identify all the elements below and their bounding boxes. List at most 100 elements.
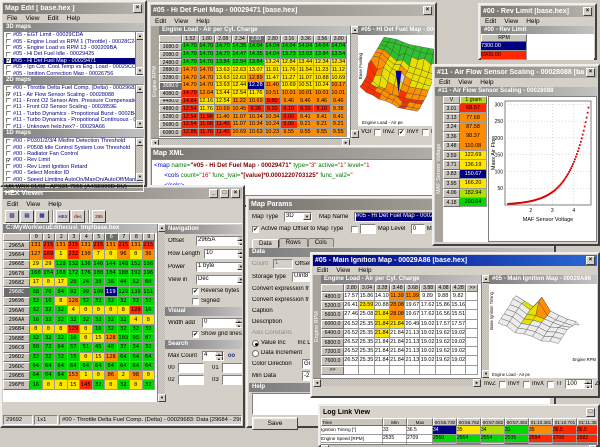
grid-cell[interactable] bbox=[344, 366, 359, 375]
grid-cell[interactable]: 12.63 bbox=[232, 66, 249, 74]
spin-down-icon[interactable]: ▼ bbox=[215, 356, 223, 361]
grid-cell[interactable]: 20.88 bbox=[375, 301, 390, 310]
grid-cell[interactable]: 110.08 bbox=[460, 142, 487, 151]
log-value-cell[interactable]: 1.41 bbox=[553, 443, 577, 444]
grid-cell[interactable]: 9.55 bbox=[314, 129, 331, 137]
grid-cell[interactable]: 19.02 bbox=[420, 329, 435, 338]
spinner-arrows[interactable]: ▲▼ bbox=[584, 379, 592, 389]
search-byte-03-input[interactable] bbox=[222, 375, 242, 385]
grid-cell[interactable]: 52 bbox=[130, 278, 143, 287]
grid-cell[interactable]: 51 bbox=[80, 343, 93, 352]
col-header[interactable]: 9 bbox=[143, 233, 156, 241]
grid-cell[interactable]: 153 bbox=[68, 371, 81, 380]
grid-cell[interactable]: 87.58 bbox=[460, 123, 487, 132]
grid-cell[interactable]: 166.20 bbox=[460, 179, 487, 188]
grid-cell[interactable]: 4 bbox=[130, 315, 143, 324]
grid-cell[interactable]: 7300.00 bbox=[481, 42, 527, 51]
grid-cell[interactable]: 1 bbox=[55, 250, 68, 259]
grid-cell[interactable]: 12.44 bbox=[232, 82, 249, 90]
grid-cell[interactable]: 9.80 bbox=[265, 98, 282, 106]
grid-cell[interactable]: 40 bbox=[105, 343, 118, 352]
grid-cell[interactable]: 19.62 bbox=[436, 356, 451, 365]
grid-cell[interactable]: 16 bbox=[93, 325, 106, 334]
grid-cell[interactable]: 26.52 bbox=[344, 329, 359, 338]
row-header[interactable]: 4.06 bbox=[443, 189, 460, 198]
grid-cell[interactable]: 19.67 bbox=[405, 310, 420, 319]
row-header[interactable]: 3.48 bbox=[443, 142, 460, 151]
grid-cell[interactable]: 15.86 bbox=[436, 301, 451, 310]
col-header[interactable]: 0 bbox=[30, 233, 43, 241]
grid-cell[interactable]: 14.04 bbox=[298, 43, 315, 51]
grid-cell[interactable]: 24 bbox=[80, 278, 93, 287]
mainign-titlebar[interactable]: #05 - Main Ignition Map - 00029A86 [base… bbox=[313, 255, 597, 266]
grid-cell[interactable]: 10.69 bbox=[248, 98, 265, 106]
maf-unit-header[interactable]: 1 gram bbox=[460, 96, 487, 104]
grid-cell[interactable]: 15.16 bbox=[451, 301, 466, 310]
grid-cell[interactable]: 32 bbox=[130, 297, 143, 306]
grid-cell[interactable]: 32 bbox=[55, 315, 68, 324]
grid-cell[interactable]: 11.76 bbox=[248, 90, 265, 98]
spinner-arrows[interactable]: ▲▼ bbox=[235, 318, 242, 328]
spinner-arrows[interactable]: ▲▼ bbox=[237, 236, 242, 246]
grid-cell[interactable]: 12.54 bbox=[182, 105, 199, 113]
grid-cell[interactable]: 64 bbox=[105, 362, 118, 371]
col-header[interactable]: 2.08 bbox=[215, 35, 232, 43]
map-checkbox[interactable] bbox=[6, 65, 11, 70]
grid-cell[interactable]: 160 bbox=[30, 269, 43, 278]
scroll-down-icon[interactable]: ▼ bbox=[136, 67, 144, 75]
grid-cell[interactable]: 9.41 bbox=[314, 113, 331, 121]
grid-cell[interactable]: 4 bbox=[68, 306, 81, 315]
grid-cell[interactable]: 215 bbox=[143, 241, 156, 250]
grid-cell[interactable] bbox=[466, 366, 478, 375]
row-header[interactable]: 296B4 bbox=[3, 325, 30, 334]
scroll-down-icon[interactable]: ▼ bbox=[136, 173, 144, 181]
grid-cell[interactable]: 36 bbox=[105, 278, 118, 287]
grid-cell[interactable]: 12.63 bbox=[232, 74, 249, 82]
grid-cell[interactable]: 19.62 bbox=[436, 338, 451, 347]
list-scrollbar[interactable]: ▲▼ bbox=[135, 32, 143, 75]
grid-cell[interactable]: 14.70 bbox=[199, 82, 216, 90]
grid-cell[interactable]: 26.41 bbox=[344, 301, 359, 310]
checkbox[interactable] bbox=[422, 129, 429, 136]
grid-cell[interactable]: 9.20 bbox=[265, 105, 282, 113]
grid-cell[interactable]: 21.84 bbox=[375, 356, 390, 365]
checkbox[interactable]: ✔ bbox=[252, 226, 259, 233]
grid-cell[interactable]: 86 bbox=[105, 371, 118, 380]
grid-cell[interactable]: 11.99 bbox=[405, 292, 420, 301]
grid-cell[interactable] bbox=[466, 356, 478, 365]
spinner-arrows[interactable]: ▲▼ bbox=[215, 351, 223, 361]
col-header[interactable]: Min bbox=[383, 418, 407, 426]
hidet-grid-vscrollbar[interactable]: ▲▼ bbox=[350, 26, 358, 138]
grid-cell[interactable]: 32 bbox=[93, 380, 106, 389]
grid-cell[interactable]: 9.88 bbox=[436, 292, 451, 301]
map-checkbox[interactable]: ✔ bbox=[6, 58, 11, 63]
grid-cell[interactable]: 15 bbox=[68, 380, 81, 389]
row-header[interactable]: 296DC bbox=[3, 362, 30, 371]
grid-cell[interactable]: 13.63 bbox=[215, 74, 232, 82]
grid-cell[interactable]: 21.84 bbox=[390, 320, 405, 329]
log-value-cell[interactable]: 2709 bbox=[553, 435, 577, 444]
log-value-cell[interactable]: 2564 bbox=[457, 435, 481, 444]
checkbox[interactable] bbox=[351, 226, 358, 233]
grid-cell[interactable]: 11.76 bbox=[199, 129, 216, 137]
grid-cell[interactable]: 64 bbox=[118, 353, 131, 362]
grid-cell[interactable]: 11.47 bbox=[265, 74, 282, 82]
grid-cell[interactable]: 13.84 bbox=[314, 51, 331, 59]
grid-cell[interactable]: 32 bbox=[55, 334, 68, 343]
log-value-cell[interactable]: 34 bbox=[433, 426, 457, 435]
offset-to-map-type-input[interactable] bbox=[360, 224, 376, 234]
row-header[interactable]: 2968C bbox=[3, 287, 30, 296]
grid-cell[interactable]: 32 bbox=[118, 325, 131, 334]
grid-cell[interactable]: 10.45 bbox=[232, 105, 249, 113]
log-value-cell[interactable]: 33 bbox=[505, 426, 529, 435]
grid-cell[interactable]: 14.70 bbox=[182, 90, 199, 98]
map-checkbox[interactable] bbox=[6, 98, 11, 103]
grid-cell[interactable]: 87 bbox=[143, 334, 156, 343]
map-list-item[interactable]: #05 - Ign Cor. Cool.Temp vs Eng. Load - … bbox=[4, 64, 143, 70]
grid-cell[interactable]: 32 bbox=[118, 297, 131, 306]
grid-cell[interactable]: 32 bbox=[143, 380, 156, 389]
grid-cell[interactable]: 9.55 bbox=[298, 129, 315, 137]
tab-rows[interactable]: Rows bbox=[279, 238, 308, 247]
grid-cell[interactable]: 10.69 bbox=[331, 74, 348, 82]
grid-cell[interactable]: 17.57 bbox=[451, 320, 466, 329]
